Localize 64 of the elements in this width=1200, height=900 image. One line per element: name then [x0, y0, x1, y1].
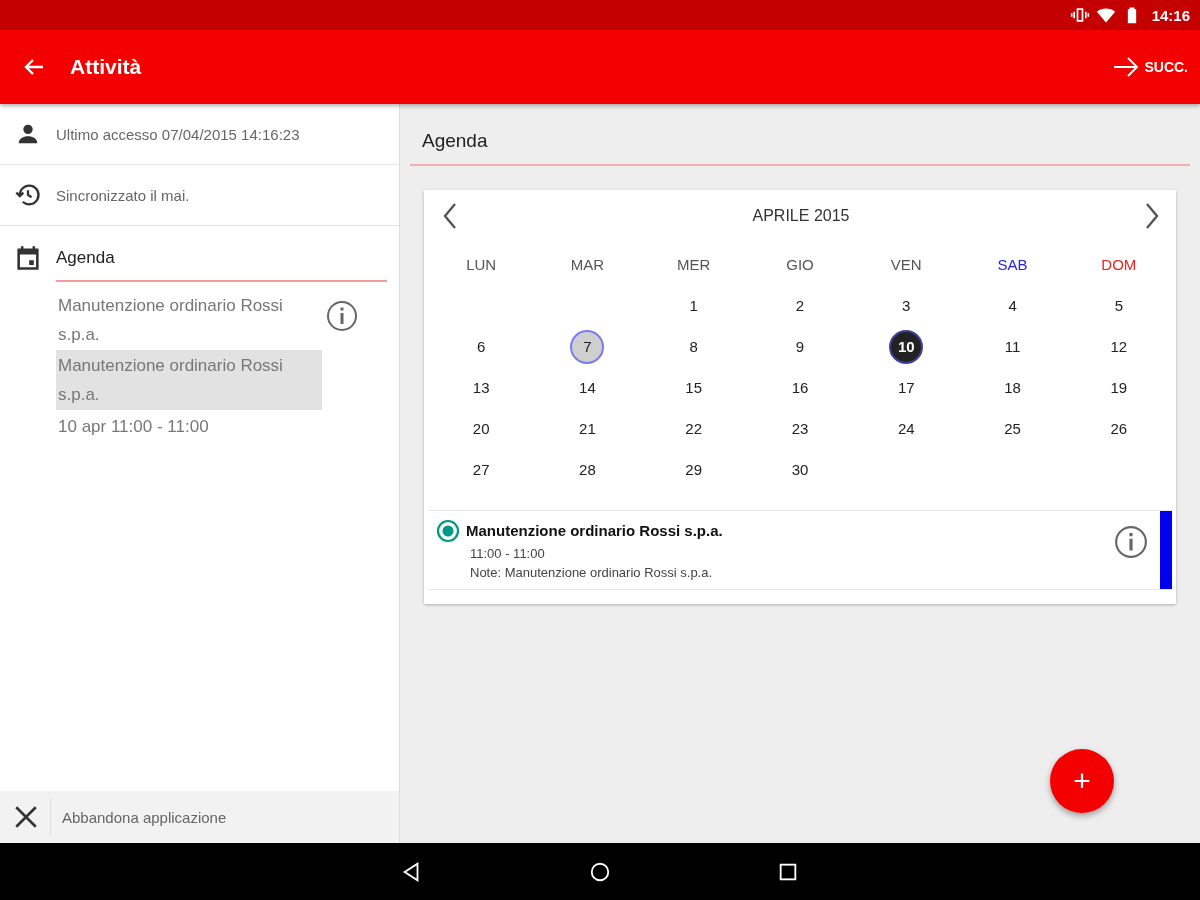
- next-button[interactable]: SUCC.: [1108, 51, 1192, 83]
- calendar-day[interactable]: 14: [570, 370, 605, 405]
- home-circle-icon[interactable]: [589, 860, 611, 883]
- calendar-day[interactable]: 11: [995, 329, 1030, 364]
- event-title: Manutenzione ordinario Rossi s.p.a.: [466, 522, 724, 539]
- calendar-day[interactable]: 2: [783, 288, 817, 323]
- calendar-day[interactable]: 17: [889, 370, 924, 405]
- calendar-day[interactable]: 25: [995, 411, 1030, 446]
- calendar-day[interactable]: 22: [676, 411, 711, 446]
- exit-link[interactable]: Abbandona applicazione: [62, 808, 227, 826]
- chevron-right-icon[interactable]: [1144, 202, 1160, 230]
- clock-text: 14:16: [1151, 6, 1190, 24]
- calendar-icon: [14, 244, 42, 272]
- info-icon[interactable]: [326, 300, 358, 332]
- calendar-day[interactable]: 13: [464, 370, 499, 405]
- agenda-item[interactable]: Manutenzione ordinario Rossi s.p.a.: [56, 350, 322, 410]
- calendar-day[interactable]: 29: [676, 452, 711, 487]
- section-title: Agenda: [410, 104, 1190, 166]
- weekday-label: DOM: [1101, 256, 1137, 273]
- weekday-label: MAR: [570, 256, 605, 273]
- vibrate-icon: [1069, 5, 1090, 25]
- weekday-label: GIO: [786, 256, 814, 273]
- month-label: APRILE 2015: [752, 207, 850, 225]
- calendar-day[interactable]: 6: [464, 329, 499, 364]
- weekday-label: VEN: [890, 256, 922, 273]
- calendar-day[interactable]: 7: [570, 329, 605, 364]
- event-time-text: 10 apr 11:00 - 11:00: [57, 416, 210, 438]
- radio-button[interactable]: [436, 519, 460, 543]
- close-icon[interactable]: [13, 804, 39, 830]
- event-note-text: Note: Manutenzione ordinario Rossi s.p.a.: [470, 565, 714, 580]
- calendar-day[interactable]: 15: [676, 370, 711, 405]
- info-icon[interactable]: [1114, 525, 1148, 559]
- calendar-day[interactable]: 9: [783, 329, 817, 364]
- weekday-label: SAB: [997, 256, 1028, 273]
- chevron-left-icon[interactable]: [442, 202, 458, 230]
- calendar-day[interactable]: 23: [783, 411, 817, 446]
- arrow-right-icon: [1112, 55, 1141, 79]
- calendar-day[interactable]: 10: [889, 329, 924, 364]
- calendar-day[interactable]: 18: [995, 370, 1030, 405]
- calendar-day[interactable]: 26: [1101, 411, 1136, 446]
- calendar-day[interactable]: 3: [889, 288, 924, 323]
- last-access-text: Ultimo accesso 07/04/2015 14:16:23: [56, 125, 300, 143]
- calendar-day[interactable]: 5: [1101, 288, 1136, 323]
- calendar-day[interactable]: 21: [570, 411, 605, 446]
- calendar-day[interactable]: 8: [676, 329, 711, 364]
- event-time-text: 11:00 - 11:00: [470, 546, 546, 561]
- calendar-day[interactable]: 28: [570, 452, 605, 487]
- event-card[interactable]: Manutenzione ordinario Rossi s.p.a. 11:00 - 11:00 Note: Manutenzione ordinario Rossi s.p.a.: [428, 510, 1172, 590]
- agenda-item[interactable]: Manutenzione ordinario Rossi s.p.a.: [56, 290, 322, 350]
- sync-status-text: Sincronizzato il mai.: [56, 186, 190, 204]
- calendar-day[interactable]: 12: [1101, 329, 1136, 364]
- calendar-day[interactable]: 30: [783, 452, 817, 487]
- agenda-heading: Agenda: [56, 244, 387, 282]
- weekday-label: MER: [677, 256, 711, 273]
- calendar-day[interactable]: 1: [676, 288, 711, 323]
- add-button[interactable]: +: [1050, 749, 1114, 813]
- calendar-day[interactable]: 19: [1101, 370, 1136, 405]
- calendar-day[interactable]: 27: [464, 452, 499, 487]
- weekday-label: LUN: [466, 256, 497, 273]
- screen-title: Attività: [70, 55, 142, 79]
- calendar-day[interactable]: 20: [464, 411, 499, 446]
- calendar-day[interactable]: 24: [889, 411, 924, 446]
- calendar-day[interactable]: 4: [995, 288, 1030, 323]
- calendar-day[interactable]: 16: [783, 370, 817, 405]
